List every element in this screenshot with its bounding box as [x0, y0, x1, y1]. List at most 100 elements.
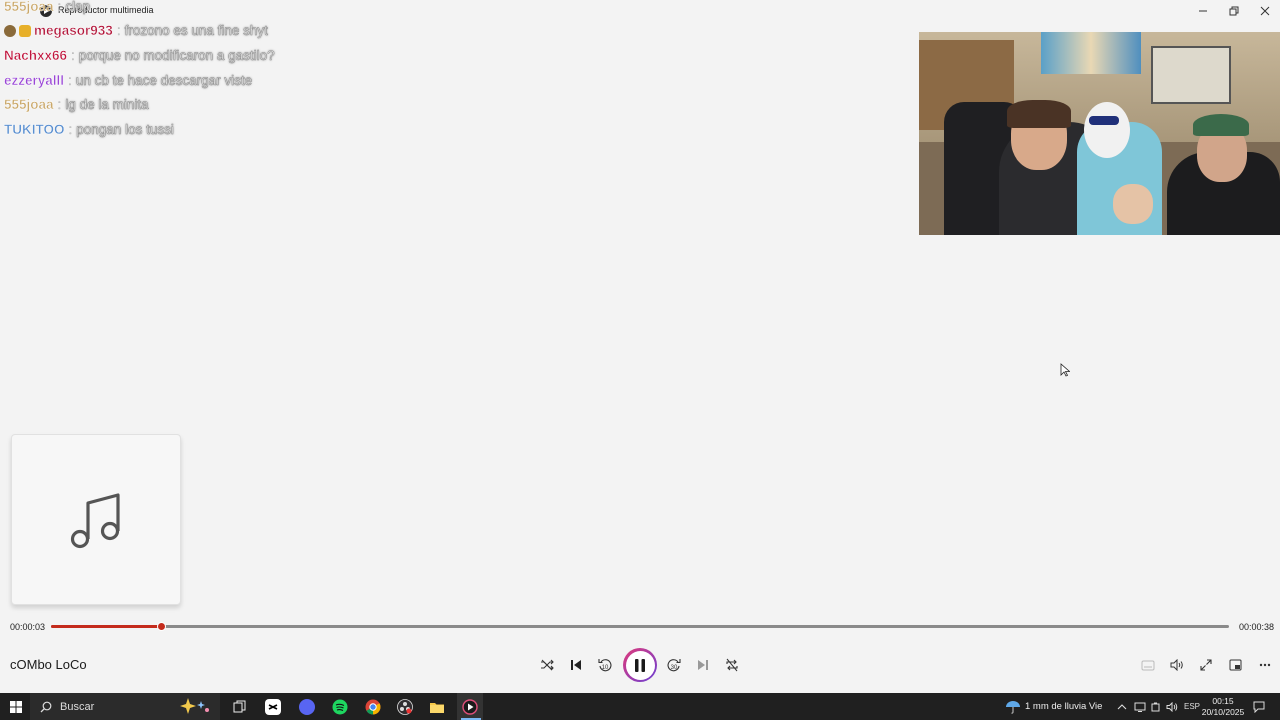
taskbar-search[interactable]: Buscar — [30, 693, 220, 720]
chat-username: Nachxx66 — [4, 47, 68, 63]
weather-text[interactable]: 1 mm de lluvia Vie — [1025, 693, 1102, 720]
speaker-icon[interactable] — [1166, 701, 1178, 712]
chat-overlay: 555joaa : clap megasor933 : frozono es u… — [4, 0, 704, 142]
task-view-icon — [233, 700, 245, 713]
chevron-up-icon[interactable] — [1117, 703, 1127, 711]
pause-icon — [635, 658, 645, 672]
system-tray: ESP — [1117, 693, 1200, 720]
spotify-button[interactable] — [329, 693, 351, 720]
notifications-button[interactable] — [1250, 693, 1268, 720]
file-explorer-button[interactable] — [426, 693, 448, 720]
chrome-icon — [365, 699, 381, 714]
chat-message: megasor933 : frozono es una fine shyt — [4, 19, 704, 44]
volume-button[interactable] — [1165, 653, 1189, 677]
moderator-badge-icon — [4, 24, 16, 37]
language-indicator[interactable]: ESP — [1184, 702, 1200, 711]
rewind-label: 10 — [602, 665, 609, 671]
chat-text: un cb te hace descargar viste — [75, 72, 253, 88]
previous-button[interactable] — [564, 653, 588, 677]
clock-time: 00:15 — [1212, 696, 1234, 706]
chat-message: TUKITOO : pongan los tussi — [4, 117, 704, 142]
chat-message: 555joaa : clap — [4, 0, 704, 19]
pause-button[interactable] — [623, 648, 657, 682]
search-placeholder: Buscar — [60, 700, 95, 713]
obs-icon — [397, 698, 413, 715]
close-icon — [1260, 6, 1270, 16]
discord-button[interactable] — [296, 693, 318, 720]
more-options-button[interactable] — [1253, 653, 1277, 677]
fullscreen-icon — [1200, 659, 1212, 671]
seek-bar-thumb[interactable] — [157, 622, 167, 631]
subtitles-button[interactable] — [1136, 653, 1160, 677]
chat-separator: : — [68, 72, 72, 88]
next-button[interactable] — [691, 653, 715, 677]
chat-username: 555joaa — [4, 0, 54, 14]
start-button[interactable] — [4, 693, 28, 720]
webcam-person-center-goggles — [1089, 116, 1119, 125]
rain-umbrella-icon — [1006, 700, 1020, 714]
forward-label: 30 — [671, 665, 678, 671]
file-explorer-icon — [430, 702, 444, 713]
chat-text: frozono es una fine shyt — [124, 23, 268, 39]
music-note-icon — [70, 492, 120, 548]
obs-button[interactable] — [394, 693, 416, 720]
minimize-button[interactable] — [1188, 0, 1218, 22]
spotify-icon — [332, 699, 348, 714]
task-view-button[interactable] — [228, 693, 250, 720]
restore-icon — [1229, 6, 1239, 16]
chat-text: clap — [65, 0, 91, 14]
pointer-icon — [1060, 363, 1070, 377]
capcut-button[interactable] — [262, 693, 284, 720]
chat-separator: : — [116, 23, 121, 39]
chat-text: lg de la minita — [65, 97, 149, 113]
chat-separator: : — [57, 97, 62, 113]
previous-icon — [571, 660, 581, 670]
seek-bar[interactable] — [51, 622, 1229, 631]
close-button[interactable] — [1250, 0, 1280, 22]
minimize-icon — [1199, 10, 1207, 12]
chrome-button[interactable] — [362, 693, 384, 720]
restore-button[interactable] — [1219, 0, 1249, 22]
notification-icon — [1253, 701, 1265, 713]
search-icon — [40, 701, 52, 712]
shuffle-button[interactable] — [535, 653, 559, 677]
chat-username: 555joaa — [4, 97, 54, 113]
pause-button-face — [625, 650, 655, 680]
total-time: 00:00:38 — [1239, 622, 1275, 632]
subtitles-icon — [1141, 660, 1155, 670]
chat-username: megasor933 — [34, 23, 113, 39]
forward-30-icon: 30 — [667, 659, 681, 672]
current-time: 00:00:03 — [10, 622, 46, 632]
webcam-poster — [1041, 32, 1141, 74]
seek-bar-progress — [51, 625, 162, 628]
repeat-button[interactable] — [720, 653, 744, 677]
taskbar: Buscar 1 mm de lluvia Vie ESP 00:15 20/1… — [0, 693, 1280, 720]
network-icon[interactable] — [1134, 702, 1146, 712]
clock-date: 20/10/2025 — [1201, 707, 1245, 717]
fullscreen-button[interactable] — [1194, 653, 1218, 677]
rewind-button[interactable]: 10 — [593, 653, 617, 677]
chat-message: 555joaa : lg de la minita — [4, 92, 704, 117]
copilot-sparkle-icon — [180, 698, 209, 714]
forward-button[interactable]: 30 — [662, 653, 686, 677]
webcam-person-left-hair — [1007, 100, 1071, 128]
chat-text: porque no modificaron a gastilo? — [78, 47, 275, 64]
chat-separator: : — [57, 0, 62, 14]
media-player-taskbar-button[interactable] — [457, 693, 483, 720]
next-icon — [698, 660, 708, 670]
track-title: cOMbo LoCo — [10, 657, 87, 672]
supporter-badge-icon — [19, 24, 31, 37]
clock[interactable]: 00:15 20/10/2025 — [1200, 696, 1246, 718]
shuffle-icon — [541, 659, 554, 671]
webcam-person-center-head — [1084, 102, 1130, 158]
mini-player-button[interactable] — [1223, 653, 1247, 677]
webcam-feed — [919, 32, 1280, 235]
webcam-hand — [1113, 184, 1153, 224]
chat-separator: : — [68, 121, 73, 137]
mini-player-icon — [1229, 659, 1241, 671]
battery-icon[interactable] — [1151, 702, 1161, 712]
chat-message: Nachxx66 : porque no modificaron a gasti… — [4, 43, 704, 68]
chat-text: pongan los tussi — [76, 121, 174, 138]
repeat-off-icon — [726, 658, 738, 672]
weather-button[interactable] — [1003, 693, 1023, 720]
